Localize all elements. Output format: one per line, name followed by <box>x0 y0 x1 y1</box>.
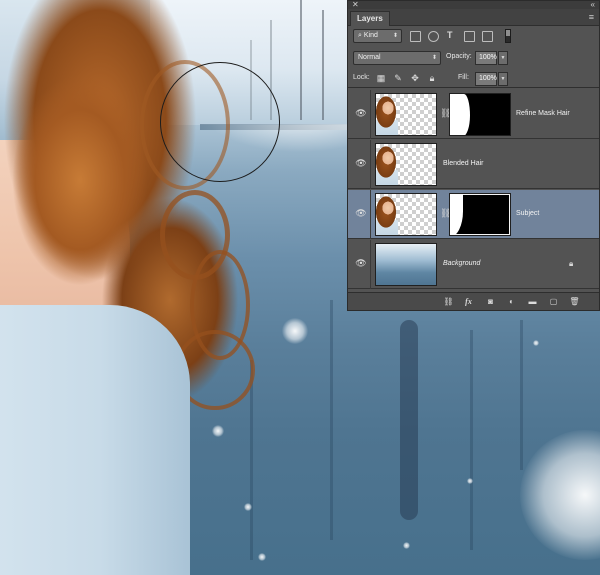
chevron-updown-icon: ⬍ <box>431 55 437 61</box>
layer-mask-thumbnail[interactable] <box>449 193 511 236</box>
tree-trunk <box>322 10 324 120</box>
fill-dropdown-button[interactable]: ▼ <box>498 72 508 86</box>
layer-name[interactable]: Subject <box>516 210 539 217</box>
bokeh-light <box>467 478 473 484</box>
fill-field[interactable]: 100% <box>475 72 497 86</box>
close-panel-icon[interactable]: ✕ <box>352 0 359 9</box>
filter-kind-dropdown[interactable]: ⌕ Kind ⬍ <box>353 29 402 43</box>
filter-toggle-switch[interactable] <box>505 29 511 43</box>
blend-mode-value: Normal <box>358 54 381 61</box>
tree-reflection <box>400 320 418 520</box>
lock-transparency-icon[interactable]: ▦ <box>376 73 386 83</box>
brush-cursor <box>160 62 280 182</box>
panel-menu-icon[interactable]: ≡ <box>589 12 594 22</box>
layer-row-background[interactable]: 👁︎ Background 🔒︎ <box>348 240 599 289</box>
search-icon: ⌕ <box>358 32 362 39</box>
lock-icon: 🔒︎ <box>569 259 574 268</box>
portrait-thumbnail-image <box>376 94 398 135</box>
layers-panel: ✕ « Layers ≡ ⌕ Kind ⬍ T Normal ⬍ Opacity… <box>347 0 600 311</box>
visibility-eye-icon[interactable]: 👁︎ <box>355 109 367 118</box>
adjustment-layer-icon[interactable]: ◐ <box>506 297 517 307</box>
portrait-thumbnail-image <box>376 194 398 235</box>
divider <box>370 240 371 289</box>
water-streak <box>250 360 253 560</box>
visibility-eye-icon[interactable]: 👁︎ <box>355 209 367 218</box>
fill-label: Fill: <box>458 74 469 81</box>
panel-titlebar[interactable]: ✕ « <box>348 0 599 9</box>
divider <box>370 140 371 189</box>
subject-dress <box>0 305 190 575</box>
layer-name[interactable]: Refine Mask Hair <box>516 110 570 117</box>
lock-pixels-icon[interactable]: ✎ <box>393 73 403 83</box>
lock-label: Lock: <box>353 74 370 81</box>
bokeh-light <box>282 318 308 344</box>
panel-tab-bar: Layers ≡ <box>348 9 599 26</box>
link-layers-icon[interactable]: ⛓︎ <box>443 297 454 307</box>
bokeh-light <box>533 340 539 346</box>
layer-name[interactable]: Blended Hair <box>443 160 483 167</box>
opacity-dropdown-button[interactable]: ▼ <box>498 51 508 65</box>
bokeh-light <box>244 503 252 511</box>
portrait-thumbnail-image <box>376 144 398 185</box>
water-streak <box>330 300 333 540</box>
layer-thumbnail[interactable] <box>375 193 437 236</box>
bokeh-light <box>403 542 410 549</box>
tab-layers[interactable]: Layers <box>350 11 390 26</box>
visibility-eye-icon[interactable]: 👁︎ <box>355 159 367 168</box>
trash-icon[interactable]: 🗑︎ <box>569 297 580 307</box>
layer-row-blended-hair[interactable]: 👁︎ Blended Hair <box>348 140 599 189</box>
lock-fill-row: Lock: ▦ ✎ ✥ 🔒︎ Fill: 100% ▼ <box>348 70 599 88</box>
layer-filter-row: ⌕ Kind ⬍ T <box>348 27 599 47</box>
bokeh-light <box>212 425 224 437</box>
blend-opacity-row: Normal ⬍ Opacity: 100% ▼ <box>348 49 599 67</box>
bokeh-light <box>258 553 266 561</box>
lock-position-icon[interactable]: ✥ <box>410 73 420 83</box>
water-streak <box>520 320 523 470</box>
layer-mask-thumbnail[interactable] <box>449 93 511 136</box>
panel-footer: ⛓︎ fx ◙ ◐ ▬ ▢ 🗑︎ <box>348 292 599 310</box>
collapse-panel-icon[interactable]: « <box>591 0 595 9</box>
bokeh-light <box>520 430 600 560</box>
layer-thumbnail[interactable] <box>375 93 437 136</box>
opacity-label: Opacity: <box>446 53 472 60</box>
layer-row-refine-mask-hair[interactable]: 👁︎ ⛓︎ Refine Mask Hair <box>348 90 599 139</box>
water-streak <box>470 330 473 550</box>
type-filter-icon[interactable]: T <box>447 30 453 40</box>
layer-row-subject[interactable]: 👁︎ ⛓︎ Subject <box>348 190 599 239</box>
adjustment-filter-icon[interactable] <box>428 31 439 42</box>
chevron-updown-icon: ⬍ <box>392 33 398 39</box>
add-mask-icon[interactable]: ◙ <box>485 297 496 307</box>
shape-filter-icon[interactable] <box>464 31 475 42</box>
visibility-eye-icon[interactable]: 👁︎ <box>355 259 367 268</box>
background-thumbnail[interactable] <box>375 243 437 286</box>
tree-trunk <box>300 0 302 120</box>
filter-kind-label: Kind <box>363 32 378 39</box>
fx-icon[interactable]: fx <box>463 297 474 307</box>
divider <box>370 190 371 239</box>
divider <box>370 90 371 139</box>
new-group-icon[interactable]: ▬ <box>527 297 538 307</box>
layer-thumbnail[interactable] <box>375 143 437 186</box>
image-filter-icon[interactable] <box>410 31 421 42</box>
lock-all-icon[interactable]: 🔒︎ <box>427 73 437 83</box>
blend-mode-dropdown[interactable]: Normal ⬍ <box>353 51 441 65</box>
layer-name[interactable]: Background <box>443 260 480 267</box>
opacity-field[interactable]: 100% <box>475 51 497 65</box>
smart-object-filter-icon[interactable] <box>482 31 493 42</box>
new-layer-icon[interactable]: ▢ <box>548 297 559 307</box>
